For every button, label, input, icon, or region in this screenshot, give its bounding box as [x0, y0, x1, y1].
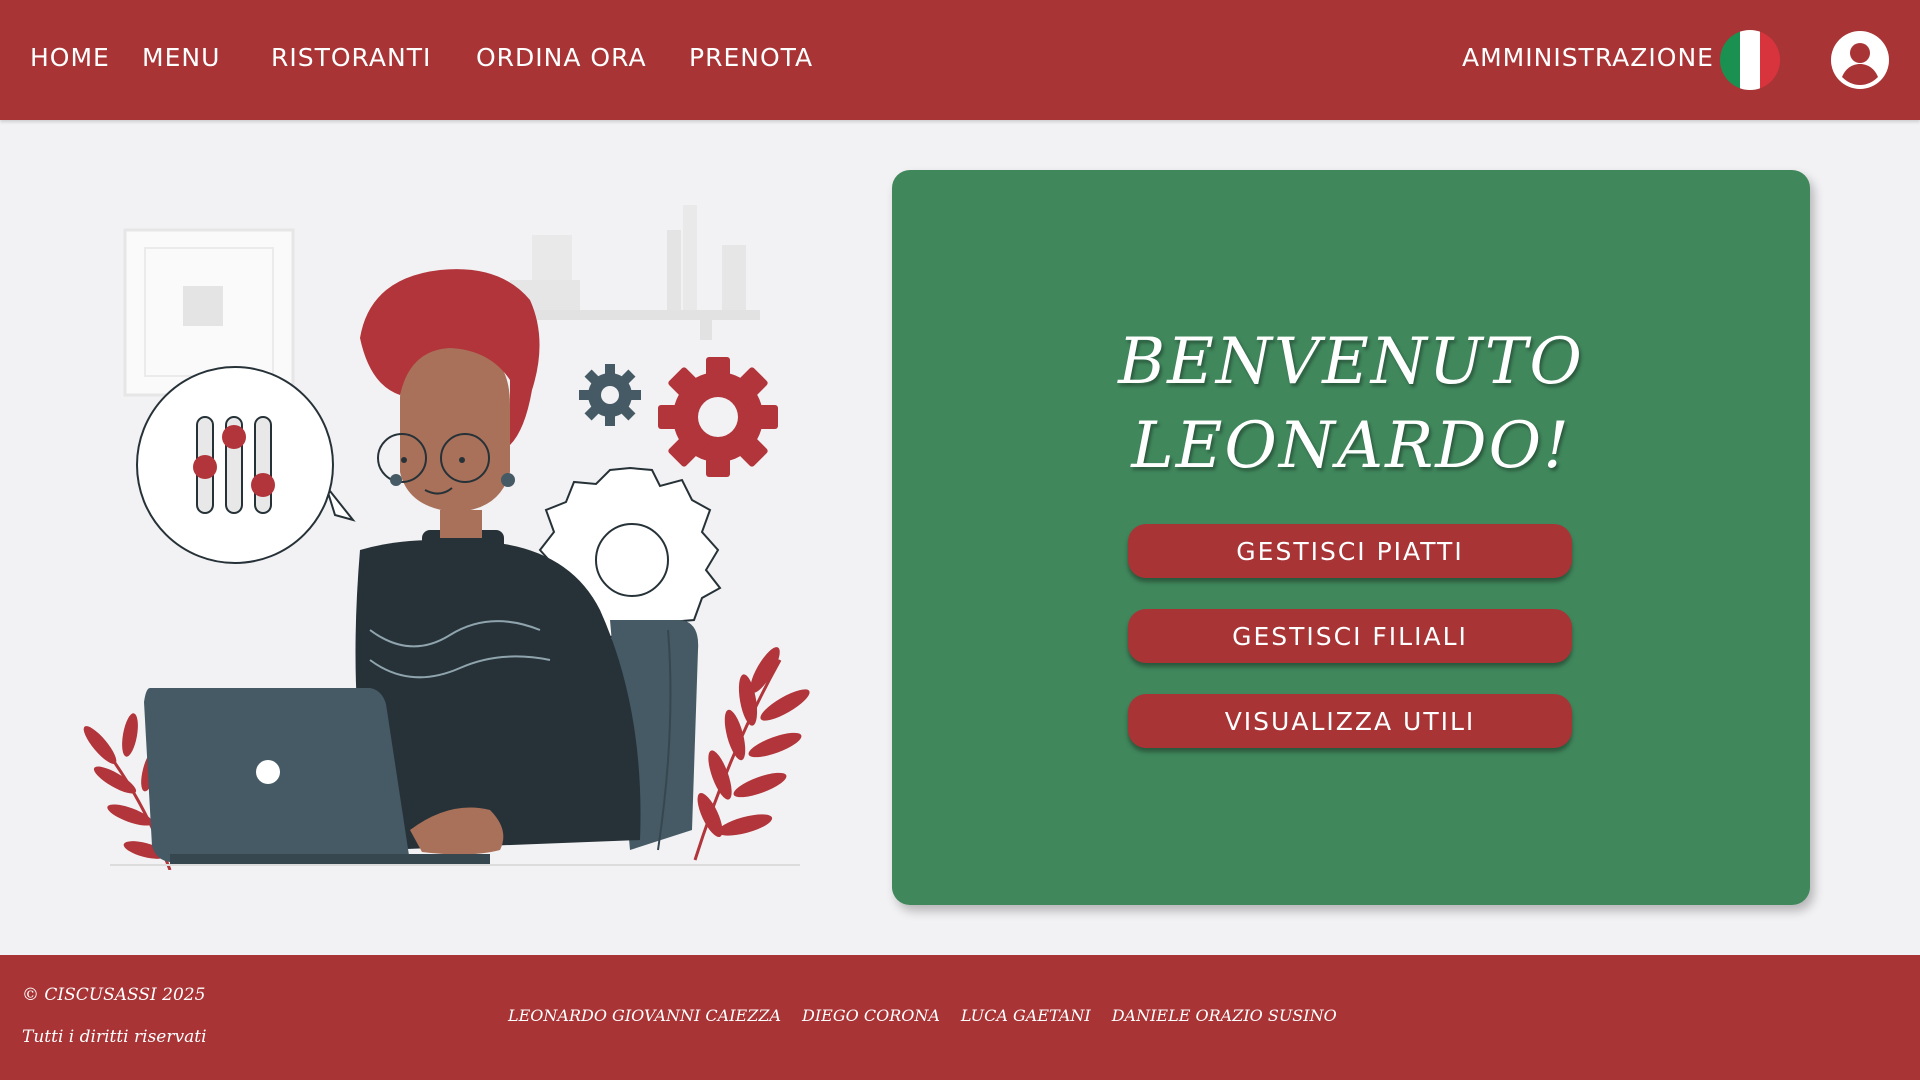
admin-illustration	[70, 190, 840, 871]
footer-authors: LEONARDO GIOVANNI CAIEZZA DIEGO CORONA L…	[508, 1006, 1337, 1025]
manage-branches-button[interactable]: GESTISCI FILIALI	[1128, 609, 1572, 663]
footer-author: DANIELE ORAZIO SUSINO	[1111, 1006, 1337, 1025]
top-navbar: HOME MENU RISTORANTI ORDINA ORA PRENOTA …	[0, 0, 1920, 120]
nav-ristoranti[interactable]: RISTORANTI	[271, 0, 431, 116]
settings-sliders-bubble	[136, 366, 356, 564]
footer-author: DIEGO CORONA	[802, 1006, 940, 1025]
nav-amministrazione[interactable]: AMMINISTRAZIONE	[1462, 0, 1714, 116]
nav-menu[interactable]: MENU	[142, 0, 220, 116]
welcome-line-1: BENVENUTO	[1118, 325, 1584, 399]
manage-dishes-button[interactable]: GESTISCI PIATTI	[1128, 524, 1572, 578]
user-account-icon[interactable]	[1830, 30, 1890, 90]
footer: © CISCUSASSI 2025 Tutti i diritti riserv…	[0, 955, 1920, 1080]
nav-prenota[interactable]: PRENOTA	[689, 0, 813, 116]
gear-icon	[579, 364, 641, 426]
welcome-card: BENVENUTO LEONARDO! GESTISCI PIATTI GEST…	[892, 170, 1810, 905]
nav-home[interactable]: HOME	[30, 0, 110, 116]
view-profits-button[interactable]: VISUALIZZA UTILI	[1128, 694, 1572, 748]
gear-icon	[658, 357, 778, 477]
footer-copyright: © CISCUSASSI 2025	[22, 985, 206, 1005]
welcome-heading: BENVENUTO LEONARDO!	[892, 320, 1810, 488]
footer-author: LUCA GAETANI	[960, 1006, 1091, 1025]
footer-author: LEONARDO GIOVANNI CAIEZZA	[508, 1006, 782, 1025]
welcome-user-name: LEONARDO!	[1131, 409, 1571, 483]
footer-rights: Tutti i diritti riservati	[22, 1027, 207, 1047]
nav-ordina-ora[interactable]: ORDINA ORA	[476, 0, 647, 116]
italy-flag-icon[interactable]	[1720, 30, 1780, 90]
